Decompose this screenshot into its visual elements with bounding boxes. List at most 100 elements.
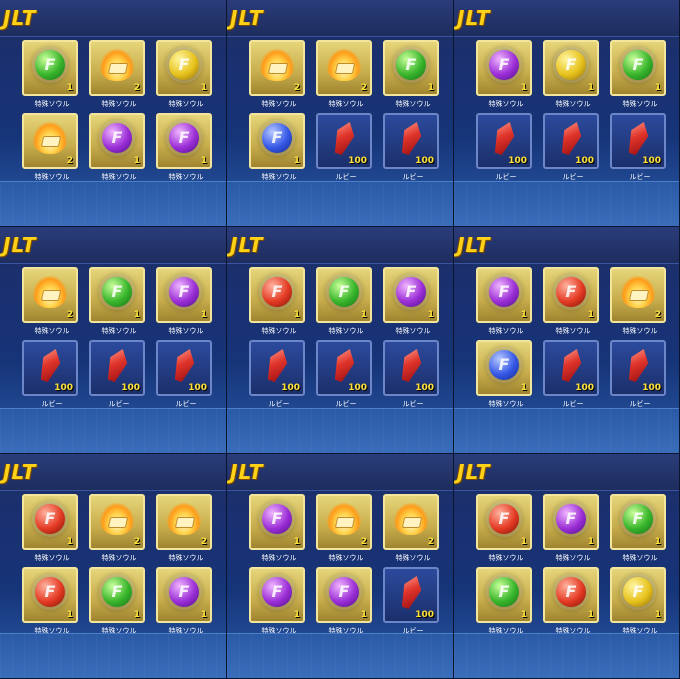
reward-item[interactable]: 1 特殊ソウル <box>543 40 599 108</box>
reward-item[interactable]: 2 特殊ソウル <box>610 267 666 335</box>
green-soul-orb-icon <box>396 49 426 80</box>
reward-item[interactable]: 2 特殊ソウル <box>89 494 145 562</box>
reward-item[interactable]: 1 特殊ソウル <box>316 267 372 335</box>
item-count: 1 <box>520 310 527 320</box>
item-count: 1 <box>66 537 73 547</box>
reward-item[interactable]: 100 ルビー <box>383 567 439 635</box>
reward-item[interactable]: 2 特殊ソウル <box>316 494 372 562</box>
green-soul-orb-icon <box>102 276 132 307</box>
reward-item[interactable]: 1 特殊ソウル <box>316 567 372 635</box>
reward-item[interactable]: 2 特殊ソウル <box>249 40 305 108</box>
item-label: 特殊ソウル <box>555 627 591 635</box>
reward-item[interactable]: 100 ルビー <box>610 113 666 181</box>
item-count: 100 <box>348 156 367 166</box>
purple-soul-orb-icon <box>169 122 199 153</box>
red-soul-orb-icon <box>489 503 519 534</box>
reward-item[interactable]: 1 特殊ソウル <box>610 567 666 635</box>
item-count: 1 <box>133 610 140 620</box>
item-label: 特殊ソウル <box>168 627 204 635</box>
reward-item[interactable]: 1 特殊ソウル <box>476 267 532 335</box>
item-label: 特殊ソウル <box>488 554 524 562</box>
reward-item[interactable]: 1 特殊ソウル <box>156 40 212 108</box>
reward-item[interactable]: 1 特殊ソウル <box>476 40 532 108</box>
reward-item[interactable]: 100 ルビー <box>543 113 599 181</box>
reward-item[interactable]: 100 ルビー <box>543 340 599 408</box>
reward-item[interactable]: 1 特殊ソウル <box>476 340 532 408</box>
item-label: 特殊ソウル <box>168 554 204 562</box>
reward-item[interactable]: 100 ルビー <box>383 113 439 181</box>
reward-item[interactable]: 100 ルビー <box>89 340 145 408</box>
item-count: 1 <box>200 156 207 166</box>
reward-items: 1 特殊ソウル 1 特殊ソウル 2 特殊ソウル 1 特殊ソウル 100 ルビー 100 ルビー <box>454 227 679 453</box>
reward-item[interactable]: 100 ルビー <box>249 340 305 408</box>
reward-item[interactable]: 1 特殊ソウル <box>383 40 439 108</box>
item-label: ルビー <box>402 627 424 635</box>
reward-item[interactable]: 1 特殊ソウル <box>249 267 305 335</box>
reward-item[interactable]: 1 特殊ソウル <box>476 494 532 562</box>
reward-item[interactable]: 1 特殊ソウル <box>543 494 599 562</box>
ruby-gem-icon <box>103 346 132 384</box>
reward-item[interactable]: 1 特殊ソウル <box>610 494 666 562</box>
ruby-gem-icon <box>263 346 292 384</box>
green-soul-orb-icon <box>623 49 653 80</box>
reward-item[interactable]: 1 特殊ソウル <box>249 567 305 635</box>
reward-item[interactable]: 100 ルビー <box>316 113 372 181</box>
item-label: ルビー <box>335 173 357 181</box>
reward-item[interactable]: 1 特殊ソウル <box>89 113 145 181</box>
reward-item[interactable]: 2 特殊ソウル <box>22 113 78 181</box>
item-count: 100 <box>575 383 594 393</box>
reward-item[interactable]: 2 特殊ソウル <box>22 267 78 335</box>
reward-item[interactable]: 1 特殊ソウル <box>543 267 599 335</box>
reward-item[interactable]: 1 特殊ソウル <box>156 267 212 335</box>
result-panel: JLT1特殊ソウル1特殊ソウル1特殊ソウル1特殊ソウル1特殊ソウル1特殊ソウル <box>454 454 680 679</box>
item-label: 特殊ソウル <box>328 100 364 108</box>
reward-item[interactable]: 2 特殊ソウル <box>156 494 212 562</box>
reward-items: 1 特殊ソウル 1 特殊ソウル 1 特殊ソウル 100 ルビー 100 ルビー 100 ルビー <box>227 227 453 453</box>
reward-item[interactable]: 1 特殊ソウル <box>610 40 666 108</box>
fire-soul-icon <box>621 275 655 308</box>
reward-item[interactable]: 1 特殊ソウル <box>22 40 78 108</box>
reward-item[interactable]: 2 特殊ソウル <box>383 494 439 562</box>
item-count: 1 <box>520 383 527 393</box>
result-panel: JLT2特殊ソウル1特殊ソウル1特殊ソウル100ルビー100ルビー100ルビー <box>0 227 227 454</box>
reward-item[interactable]: 100 ルビー <box>383 340 439 408</box>
reward-item[interactable]: 1 特殊ソウル <box>89 267 145 335</box>
reward-item[interactable]: 1 特殊ソウル <box>22 494 78 562</box>
reward-item[interactable]: 100 ルビー <box>22 340 78 408</box>
item-label: 特殊ソウル <box>261 173 297 181</box>
reward-item[interactable]: 1 特殊ソウル <box>156 113 212 181</box>
item-count: 2 <box>654 310 661 320</box>
blue-soul-orb-icon <box>262 122 292 153</box>
item-label: ルビー <box>335 400 357 408</box>
reward-item[interactable]: 100 ルビー <box>476 113 532 181</box>
item-count: 100 <box>415 156 434 166</box>
reward-item[interactable]: 2 特殊ソウル <box>89 40 145 108</box>
reward-item[interactable]: 100 ルビー <box>156 340 212 408</box>
item-label: 特殊ソウル <box>168 100 204 108</box>
item-count: 1 <box>66 610 73 620</box>
fire-soul-icon <box>100 502 134 535</box>
reward-item[interactable]: 1 特殊ソウル <box>22 567 78 635</box>
item-label: 特殊ソウル <box>622 554 658 562</box>
reward-item[interactable]: 1 特殊ソウル <box>476 567 532 635</box>
reward-item[interactable]: 1 特殊ソウル <box>383 267 439 335</box>
ruby-gem-icon <box>330 346 359 384</box>
reward-item[interactable]: 1 特殊ソウル <box>89 567 145 635</box>
item-count: 2 <box>66 156 73 166</box>
reward-item[interactable]: 2 特殊ソウル <box>316 40 372 108</box>
reward-item[interactable]: 1 特殊ソウル <box>543 567 599 635</box>
item-label: ルビー <box>495 173 517 181</box>
item-label: ルビー <box>562 400 584 408</box>
item-label: 特殊ソウル <box>555 100 591 108</box>
reward-item[interactable]: 1 特殊ソウル <box>249 494 305 562</box>
red-soul-orb-icon <box>35 576 65 607</box>
item-label: ルビー <box>41 400 63 408</box>
reward-item[interactable]: 100 ルビー <box>316 340 372 408</box>
reward-items: 1 特殊ソウル 1 特殊ソウル 1 特殊ソウル 100 ルビー 100 ルビー 100 ルビー <box>454 0 679 226</box>
item-count: 1 <box>520 537 527 547</box>
item-count: 100 <box>575 156 594 166</box>
reward-item[interactable]: 1 特殊ソウル <box>156 567 212 635</box>
fire-soul-icon <box>167 502 201 535</box>
reward-item[interactable]: 100 ルビー <box>610 340 666 408</box>
reward-item[interactable]: 1 特殊ソウル <box>249 113 305 181</box>
